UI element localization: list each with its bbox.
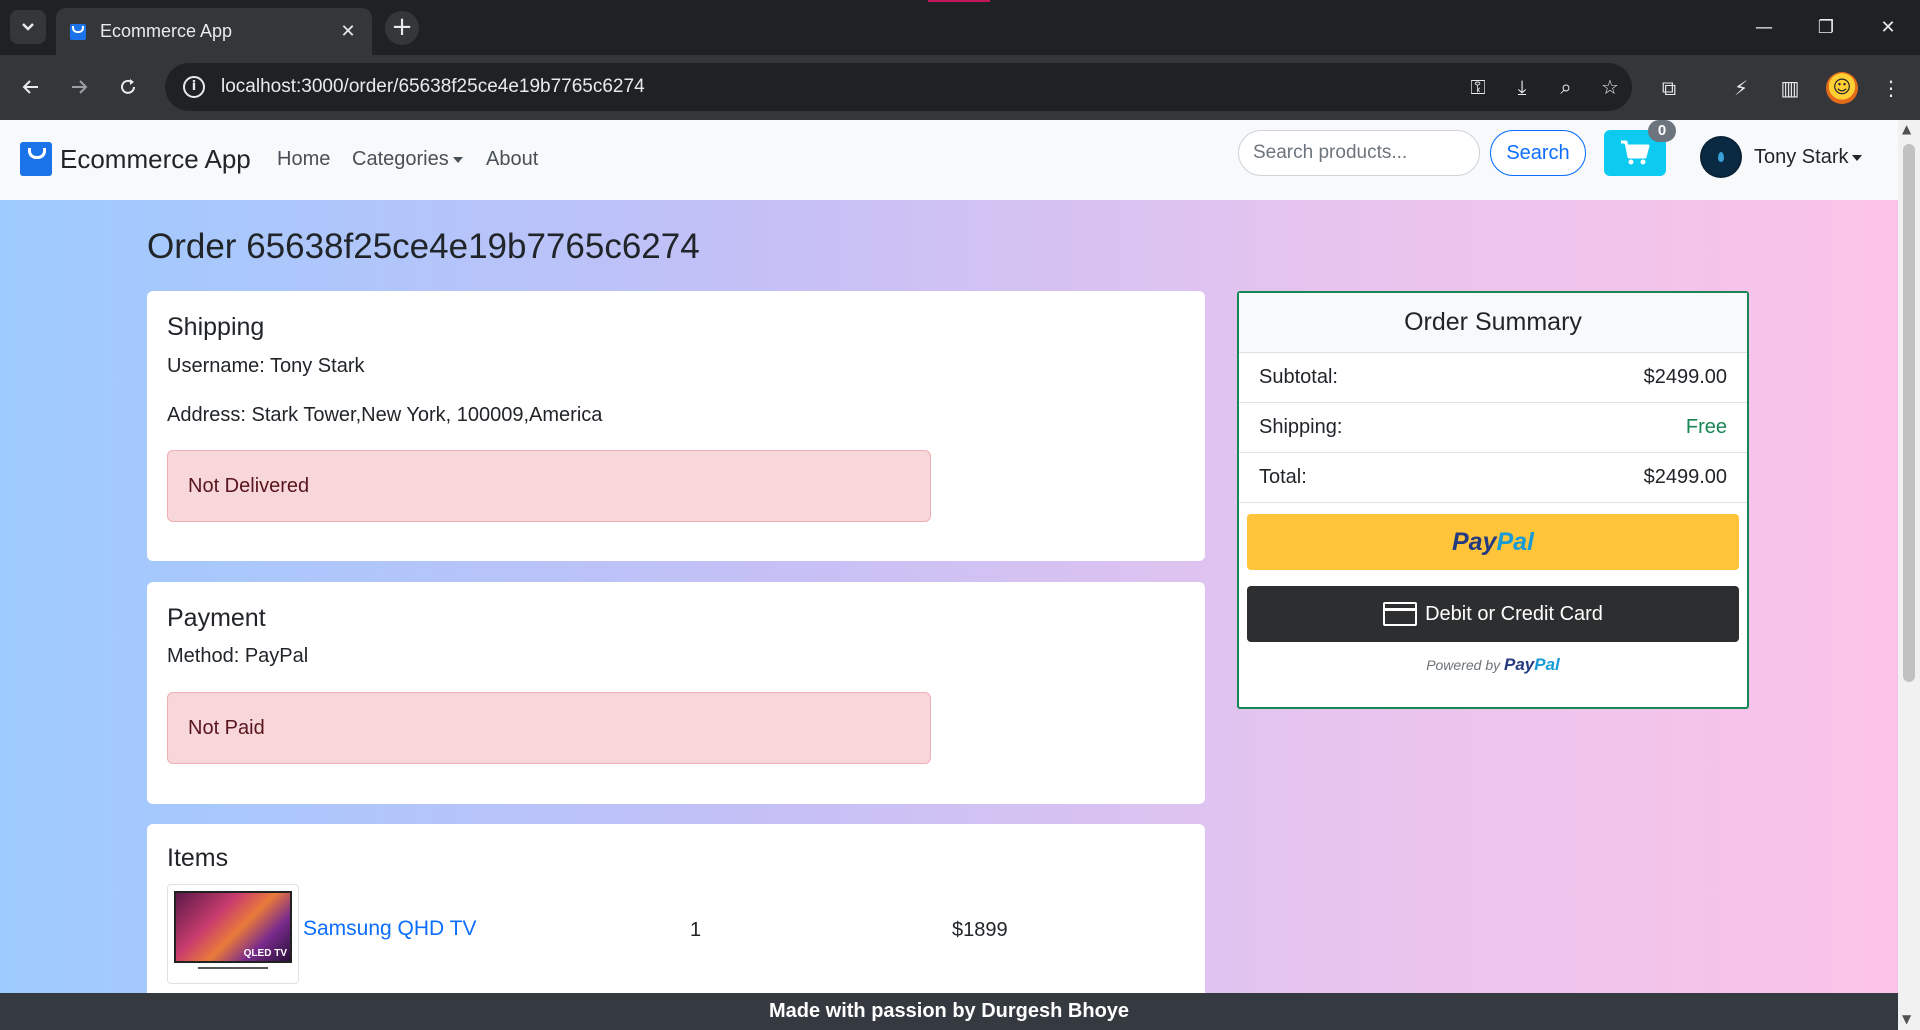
restore-button[interactable]: ❐: [1795, 0, 1857, 55]
paypal-logo-pay: Pay: [1451, 528, 1497, 556]
search-button[interactable]: Search: [1490, 130, 1586, 176]
payment-status-alert: Not Paid: [167, 692, 931, 764]
powered-paypal-pal: Pal: [1534, 655, 1560, 674]
order-summary-heading: Order Summary: [1239, 293, 1747, 353]
shopping-bag-icon: [20, 142, 52, 176]
tv-image: QLED TV: [174, 891, 292, 963]
restore-icon: ❐: [1817, 17, 1835, 38]
total-row: Total: $2499.00: [1239, 453, 1747, 503]
nav-link-categories[interactable]: Categories: [352, 148, 463, 171]
debit-credit-card-button[interactable]: Debit or Credit Card: [1247, 586, 1739, 642]
sidepanel-icon[interactable]: ▥: [1773, 71, 1807, 105]
cart-count-badge: 0: [1648, 120, 1676, 142]
url-text[interactable]: localhost:3000/order/65638f25ce4e19b7765…: [221, 76, 1456, 98]
page-scrollbar[interactable]: ▲ ▼: [1898, 120, 1920, 1030]
reload-icon: [121, 79, 135, 94]
site-footer: Made with passion by Durgesh Bhoye: [0, 993, 1898, 1030]
new-tab-button[interactable]: +: [385, 11, 419, 45]
shipping-value: Free: [1685, 416, 1727, 438]
subtotal-row: Subtotal: $2499.00: [1239, 353, 1747, 403]
scrollbar-thumb[interactable]: [1903, 144, 1915, 682]
subtotal-value: $2499.00: [1643, 366, 1727, 388]
reload-button[interactable]: [110, 69, 146, 105]
payment-method: Method: PayPal: [167, 645, 309, 667]
items-heading: Items: [167, 844, 229, 872]
minimize-button[interactable]: —: [1733, 0, 1795, 55]
brand[interactable]: Ecommerce App: [20, 142, 251, 176]
chevron-down-icon: [22, 23, 34, 31]
avatar-drop-icon: [1718, 152, 1724, 162]
forward-button[interactable]: [61, 69, 97, 105]
zoom-icon[interactable]: ⌕: [1544, 75, 1588, 99]
delivery-status-alert: Not Delivered: [167, 450, 931, 522]
speed-icon[interactable]: ⚡: [1724, 71, 1758, 105]
powered-by-paypal: Powered by PayPal: [1239, 655, 1747, 675]
subtotal-label: Subtotal:: [1259, 366, 1338, 388]
payment-card: Payment Method: PayPal Not Paid: [147, 582, 1205, 804]
nav-link-home[interactable]: Home: [277, 148, 330, 171]
browser-toolbar: i localhost:3000/order/65638f25ce4e19b77…: [0, 55, 1920, 120]
caret-down-icon: [452, 156, 463, 163]
shopping-cart-icon: [1621, 140, 1650, 165]
paypal-button[interactable]: PayPal: [1247, 514, 1739, 570]
key-icon[interactable]: ⚿: [1456, 75, 1500, 99]
tv-image-label: QLED TV: [243, 948, 287, 959]
product-link[interactable]: Samsung QHD TV: [303, 917, 477, 941]
shipping-username: Username: Tony Stark: [167, 355, 365, 377]
shipping-row: Shipping: Free: [1239, 403, 1747, 453]
window-accent: [928, 0, 990, 2]
user-menu[interactable]: Tony Stark: [1754, 146, 1863, 169]
close-icon: ✕: [1880, 17, 1896, 38]
product-quantity: 1: [690, 919, 702, 941]
product-image: QLED TV: [167, 884, 299, 984]
nav-link-about[interactable]: About: [486, 148, 538, 171]
brand-name: Ecommerce App: [60, 143, 251, 174]
payment-heading: Payment: [167, 604, 266, 632]
tab-search-button[interactable]: [10, 10, 46, 44]
product-price: $1899: [952, 919, 1008, 941]
page-title: Order 65638f25ce4e19b7765c6274: [147, 227, 700, 266]
close-window-button[interactable]: ✕: [1857, 0, 1919, 55]
debit-credit-card-label: Debit or Credit Card: [1425, 602, 1603, 625]
menu-icon[interactable]: ⋮: [1874, 71, 1908, 105]
total-label: Total:: [1259, 466, 1307, 488]
shipping-heading: Shipping: [167, 313, 265, 341]
browser-tab-bar: Ecommerce App ✕ + — ❐ ✕: [0, 0, 1920, 55]
items-card: Items QLED TV Samsung QHD TV 1 $1899: [147, 824, 1205, 993]
site-info-icon[interactable]: i: [183, 76, 205, 98]
scroll-up-icon[interactable]: ▲: [1902, 122, 1911, 136]
tab-title: Ecommerce App: [100, 21, 233, 41]
back-button[interactable]: [13, 69, 49, 105]
search-input[interactable]: [1238, 130, 1480, 176]
credit-card-icon: [1383, 602, 1418, 626]
browser-tab[interactable]: Ecommerce App ✕: [56, 8, 372, 55]
total-value: $2499.00: [1643, 466, 1727, 488]
profile-icon[interactable]: ☺: [1826, 72, 1858, 104]
extensions-icon[interactable]: ⧉: [1652, 71, 1686, 105]
caret-down-icon: [1852, 154, 1863, 161]
paypal-logo-pal: Pal: [1496, 528, 1534, 556]
powered-paypal-pay: Pay: [1504, 655, 1535, 674]
shipping-card: Shipping Username: Tony Stark Address: S…: [147, 291, 1205, 561]
nav-link-categories-label: Categories: [352, 148, 449, 170]
order-summary: Order Summary Subtotal: $2499.00 Shippin…: [1237, 291, 1749, 709]
forward-arrow-icon: [72, 80, 88, 94]
scroll-down-icon[interactable]: ▼: [1902, 1012, 1911, 1026]
shipping-address: Address: Stark Tower,New York, 100009,Am…: [167, 404, 603, 426]
address-bar[interactable]: i localhost:3000/order/65638f25ce4e19b77…: [165, 63, 1632, 111]
user-avatar[interactable]: [1700, 136, 1742, 178]
favicon-icon: [70, 23, 86, 40]
tv-stand: [198, 967, 268, 969]
tab-close-icon[interactable]: ✕: [338, 21, 358, 42]
shipping-label: Shipping:: [1259, 416, 1343, 438]
install-icon[interactable]: ⤓: [1500, 75, 1544, 99]
minimize-icon: —: [1755, 17, 1773, 38]
user-name-label: Tony Stark: [1754, 146, 1849, 168]
site-navbar: Ecommerce App Home Categories About Sear…: [0, 120, 1898, 200]
powered-by-label: Powered by: [1426, 657, 1501, 673]
star-icon[interactable]: ☆: [1588, 75, 1632, 99]
back-arrow-icon: [22, 80, 38, 94]
page-viewport: Ecommerce App Home Categories About Sear…: [0, 120, 1898, 993]
